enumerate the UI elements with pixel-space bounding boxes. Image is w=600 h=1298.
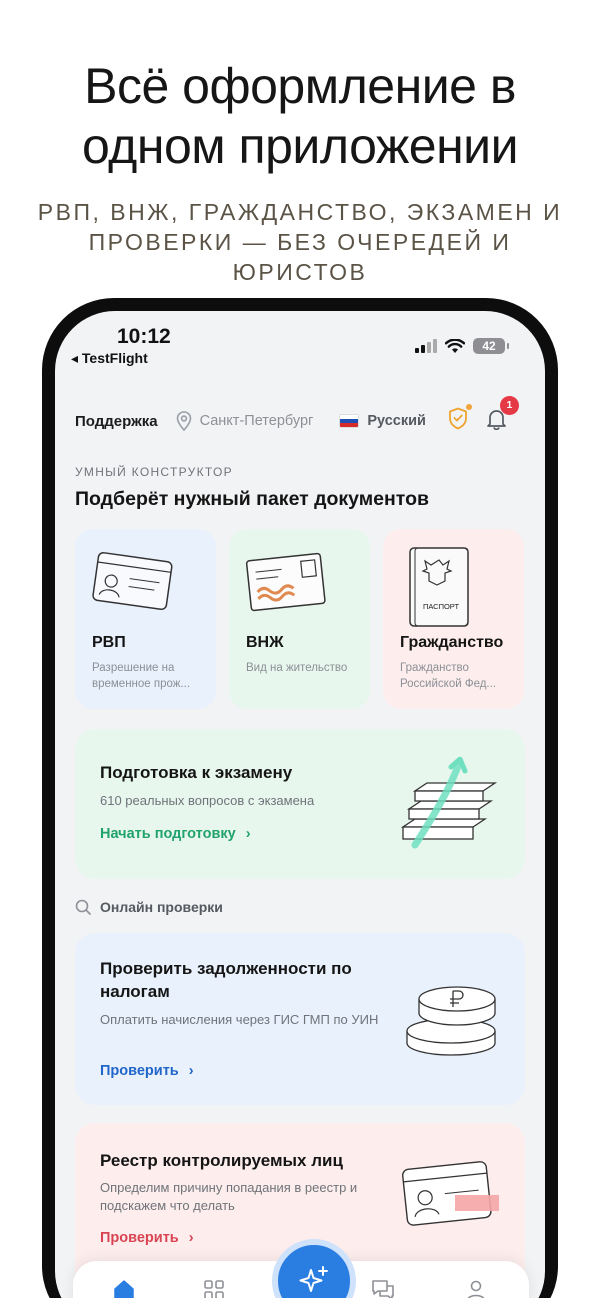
exam-prep-card[interactable]: Подготовка к экзамену 610 реальных вопро… [75,729,525,879]
city-label: Санкт-Петербург [199,413,314,429]
language-label: Русский [367,413,426,429]
check-description: Оплатить начисления через ГИС ГМП по УИН [100,1012,379,1027]
section-headline: Подберёт нужный пакет документов [75,488,429,510]
check-title: Проверить задолженности по налогам [100,959,352,1001]
chevron-right-icon: › [188,1063,194,1079]
tab-home[interactable] [113,1279,135,1298]
grid-icon [204,1280,224,1298]
profile-icon [467,1280,485,1298]
security-button[interactable] [448,404,472,435]
check-link[interactable]: Проверить › [100,1230,194,1246]
start-prep-label: Начать подготовку [100,826,236,842]
books-stack-icon [400,757,498,849]
wifi-icon [445,338,465,353]
promo-title-line: Всё оформление в [84,58,516,114]
card-citizenship[interactable]: ПАСПОРТ Гражданство Гражданство Российск… [383,529,524,709]
tab-chat[interactable] [371,1279,395,1298]
check-link-label: Проверить [100,1230,179,1246]
card-title: РВП [92,634,126,651]
notifications-button[interactable]: 1 [486,395,519,435]
promo-title: Всё оформление в одном приложении [0,56,600,176]
section-kicker: УМНЫЙ КОНСТРУКТОР [75,465,233,479]
bottom-tab-bar [73,1239,529,1298]
chevron-right-icon: › [188,1230,194,1246]
tax-debt-check-card[interactable]: Проверить задолженности по налогам Оплат… [75,933,525,1105]
home-icon [114,1280,134,1298]
location-pin-icon [176,411,191,431]
russia-flag-icon [339,414,360,428]
support-link[interactable]: Поддержка [75,413,158,430]
card-description: Вид на жительство [246,662,348,674]
coins-icon [406,986,496,1056]
card-description: Гражданство Российской Фед... [400,662,497,690]
postcard-icon [245,552,326,612]
city-selector[interactable]: Санкт-Петербург [176,411,314,431]
id-card-flag-icon [402,1161,499,1226]
passport-icon: ПАСПОРТ [409,547,469,627]
tab-profile[interactable] [465,1279,487,1298]
notification-badge: 1 [499,395,519,415]
security-status-dot [465,404,472,410]
promo-subtitle-line: ПРОВЕРКИ — БЕЗ ОЧЕРЕДЕЙ И [88,229,512,255]
chevron-right-icon: › [245,826,251,842]
promo-subtitle-line: РВП, ВНЖ, ГРАЖДАНСТВО, ЭКЗАМЕН И [37,199,563,225]
promo-subtitle: РВП, ВНЖ, ГРАЖДАНСТВО, ЭКЗАМЕН И ПРОВЕРК… [30,197,570,287]
exam-title: Подготовка к экзамену [100,763,293,782]
shield-check-icon [449,407,467,430]
card-title: ВНЖ [246,634,284,651]
check-description: Определим причину попадания в реестр и п… [100,1180,358,1213]
sparkles-icon [299,1266,328,1292]
card-title: Гражданство [400,634,504,651]
language-selector[interactable]: Русский [339,413,426,429]
card-rvp[interactable]: РВП Разрешение на временное прож... [75,529,216,709]
phone-frame: 10:12 ◂ TestFlight 42 Поддержка Санкт-Пе… [42,298,558,1298]
tab-services[interactable] [203,1279,225,1298]
cellular-signal-icon [415,339,437,353]
start-prep-link[interactable]: Начать подготовку › [100,826,251,842]
document-cards: РВП Разрешение на временное прож... ВНЖ … [75,529,524,709]
status-bar: 10:12 ◂ TestFlight 42 [55,311,545,371]
search-icon [75,899,91,915]
chat-icon [372,1280,394,1298]
card-vnzh[interactable]: ВНЖ Вид на жительство [229,529,370,709]
promo-title-line: одном приложении [81,118,519,174]
status-icons: 42 [415,338,509,354]
app-header: Поддержка Санкт-Петербург Русский 1 [75,395,527,436]
promo-subtitle-line: ЮРИСТОВ [232,259,368,285]
status-time: 10:12 [117,325,171,348]
back-to-testflight-link[interactable]: ◂ TestFlight [71,350,148,367]
check-link[interactable]: Проверить › [100,1063,194,1079]
check-link-label: Проверить [100,1063,179,1079]
online-checks-header: Онлайн проверки [75,899,223,915]
app-screen: 10:12 ◂ TestFlight 42 Поддержка Санкт-Пе… [55,311,545,1298]
exam-subtitle: 610 реальных вопросов с экзамена [100,793,315,808]
passport-label: ПАСПОРТ [423,602,460,611]
id-card-icon [92,552,173,611]
battery-indicator: 42 [473,338,509,354]
check-title: Реестр контролируемых лиц [100,1151,343,1170]
card-description: Разрешение на временное прож... [92,662,191,690]
online-checks-label: Онлайн проверки [100,899,223,915]
